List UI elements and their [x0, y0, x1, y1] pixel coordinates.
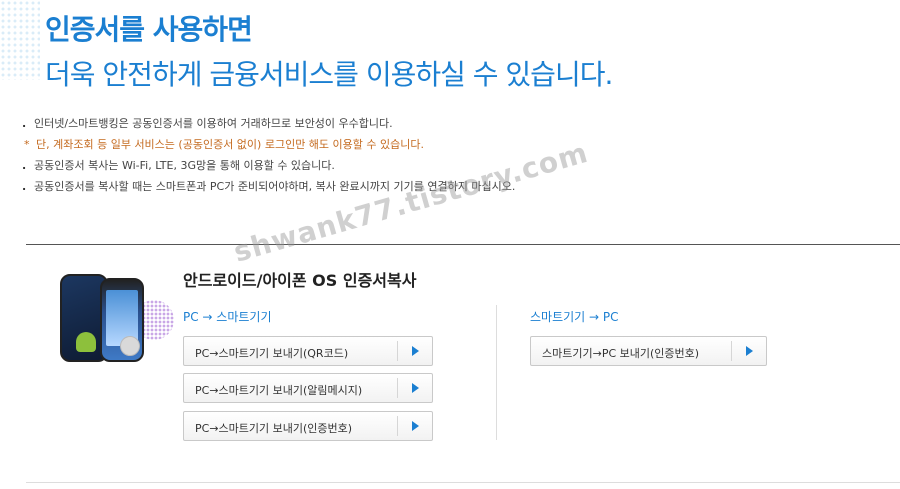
button-label: 스마트기기→PC 보내기(인증번호)	[542, 347, 700, 360]
receive-auth-code-button[interactable]: 스마트기기→PC 보내기(인증번호)	[530, 336, 767, 366]
button-label: PC→스마트기기 보내기(알림메시지)	[195, 384, 363, 397]
bullet-icon: .	[22, 117, 27, 130]
arrow-right-icon	[412, 383, 419, 393]
send-notification-button[interactable]: PC→스마트기기 보내기(알림메시지)	[183, 373, 433, 403]
column-divider	[496, 305, 497, 440]
note-text: 인터넷/스마트뱅킹은 공동인증서를 이용하여 거래하므로 보안성이 우수합니다.	[34, 117, 393, 130]
apple-logo-icon	[120, 336, 140, 356]
arrow-right-icon	[412, 421, 419, 431]
bottom-divider	[26, 482, 900, 483]
decorative-dots	[0, 0, 40, 80]
button-separator	[397, 416, 398, 436]
page-subtitle: 더욱 안전하게 금융서비스를 이용하실 수 있습니다.	[45, 58, 613, 91]
smartphones-illustration	[52, 270, 174, 370]
asterisk-icon: *	[24, 138, 30, 151]
button-separator	[731, 341, 732, 361]
send-qr-code-button[interactable]: PC→스마트기기 보내기(QR코드)	[183, 336, 433, 366]
note-item: . 인터넷/스마트뱅킹은 공동인증서를 이용하여 거래하므로 보안성이 우수합니…	[22, 117, 515, 138]
button-label: PC→스마트기기 보내기(인증번호)	[195, 422, 353, 435]
button-separator	[397, 378, 398, 398]
right-column-heading: 스마트기기 → PC	[530, 310, 619, 324]
note-text: 공동인증서 복사는 Wi-Fi, LTE, 3G망을 통해 이용할 수 있습니다…	[34, 159, 335, 172]
send-auth-code-button[interactable]: PC→스마트기기 보내기(인증번호)	[183, 411, 433, 441]
left-column-heading: PC → 스마트기기	[183, 310, 272, 324]
note-subitem: * 단, 계좌조회 등 일부 서비스는 (공동인증서 없이) 로그인만 해도 이…	[22, 138, 515, 159]
section-divider	[26, 244, 900, 245]
button-separator	[397, 341, 398, 361]
note-subtext: 단, 계좌조회 등 일부 서비스는 (공동인증서 없이) 로그인만 해도 이용할…	[36, 138, 424, 151]
bullet-icon: .	[22, 180, 27, 193]
button-label: PC→스마트기기 보내기(QR코드)	[195, 347, 349, 360]
section-title: 안드로이드/아이폰 OS 인증서복사	[183, 271, 417, 290]
arrow-right-icon	[746, 346, 753, 356]
page-title: 인증서를 사용하면	[45, 13, 253, 46]
bullet-icon: .	[22, 159, 27, 172]
arrow-right-icon	[412, 346, 419, 356]
android-logo-icon	[76, 332, 96, 352]
